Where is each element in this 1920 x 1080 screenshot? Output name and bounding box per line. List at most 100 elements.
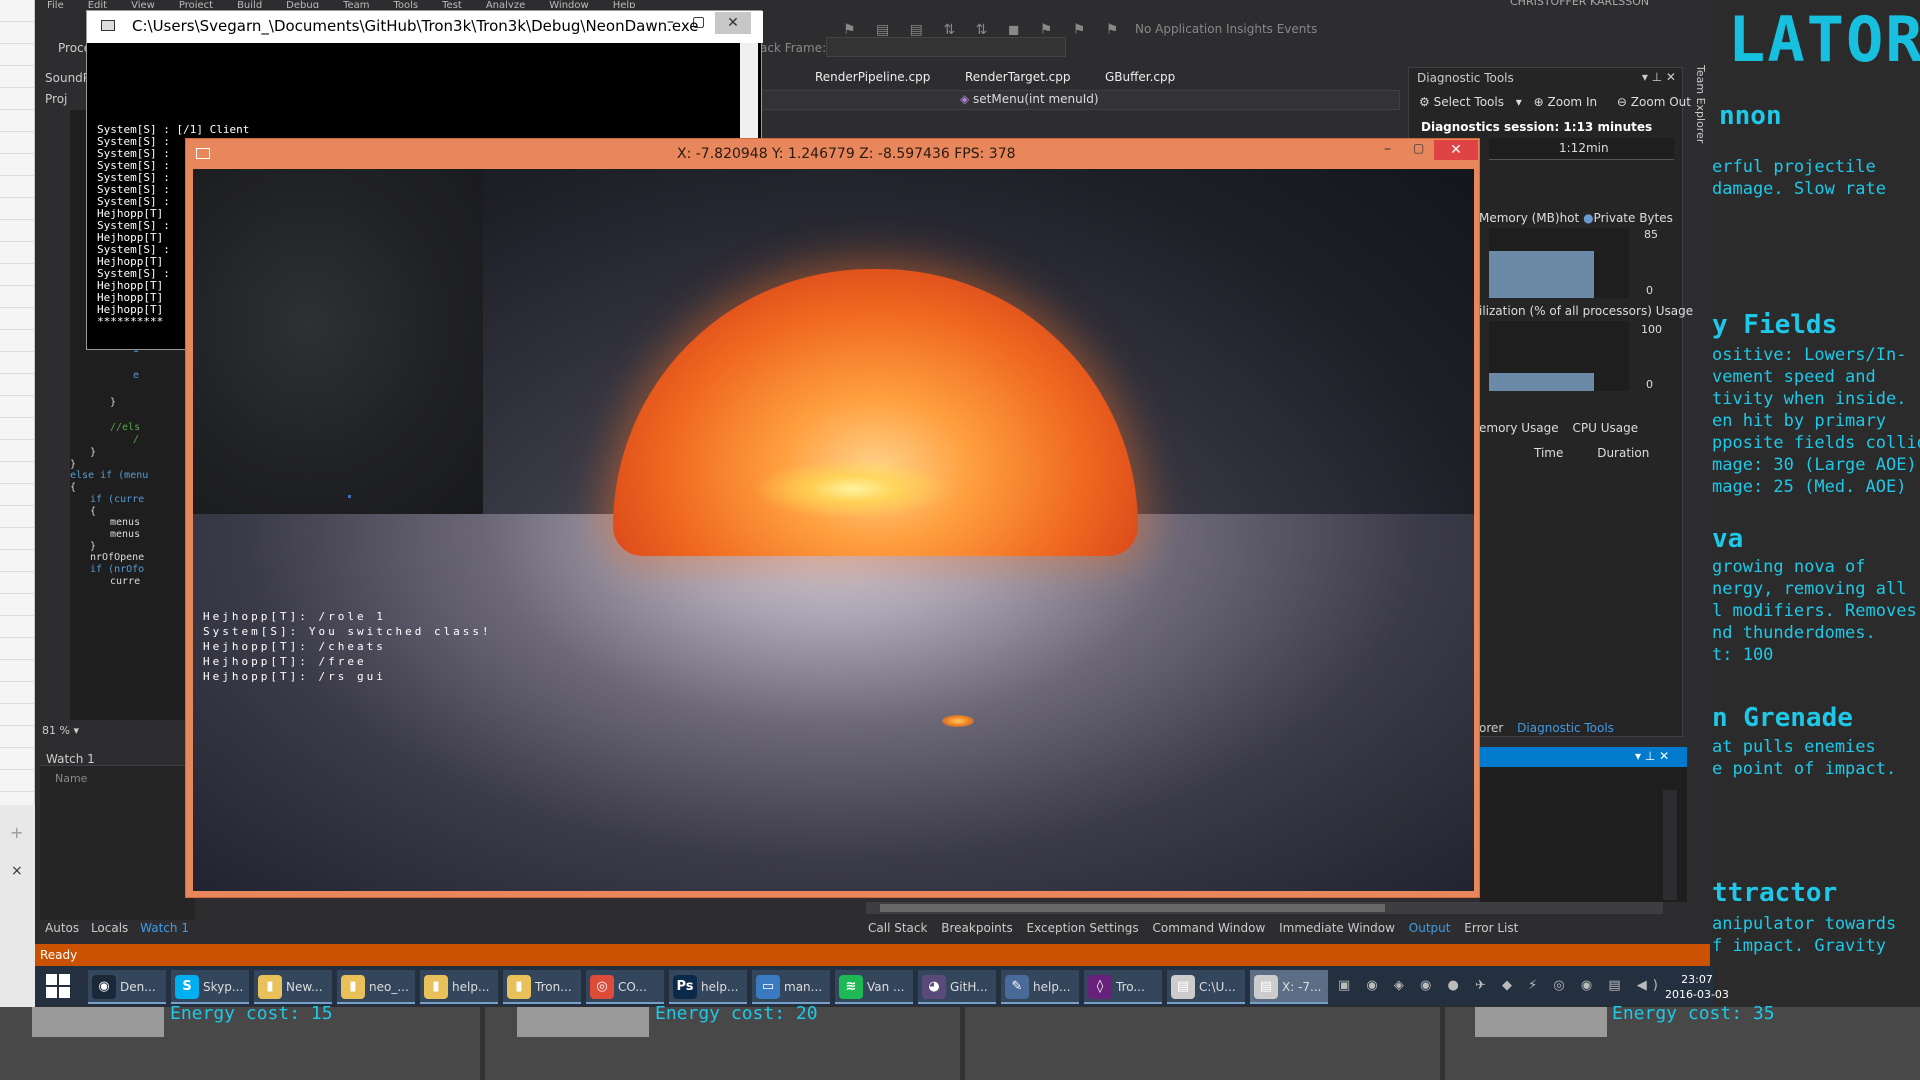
game-window[interactable]: X: -7.820948 Y: 1.246779 Z: -8.597436 FP…: [185, 138, 1480, 898]
tab-call-stack[interactable]: Call Stack: [868, 921, 927, 935]
tab-error-list[interactable]: Error List: [1464, 921, 1518, 935]
tab-exception-settings[interactable]: Exception Settings: [1027, 921, 1139, 935]
member-dropdown[interactable]: ◈ setMenu(int menuId): [960, 92, 1099, 106]
maximize-icon[interactable]: ▢: [1413, 141, 1424, 155]
code-line: }: [110, 397, 117, 408]
taskbar-button[interactable]: ◕ GitH...: [918, 970, 996, 1004]
scrollbar-thumb[interactable]: [880, 904, 1385, 912]
vertical-scrollbar[interactable]: [1663, 790, 1677, 900]
tab-output[interactable]: Output: [1409, 921, 1451, 935]
game-titlebar[interactable]: X: -7.820948 Y: 1.246779 Z: -8.597436 FP…: [186, 139, 1481, 169]
tab-immediate-window[interactable]: Immediate Window: [1279, 921, 1395, 935]
taskbar-button[interactable]: ✎ help...: [1001, 970, 1079, 1004]
panel-controls[interactable]: ▾ ⊥ ✕: [1642, 70, 1676, 84]
tab-explorer[interactable]: orer: [1479, 721, 1503, 735]
taskbar-button-label: CO...: [618, 980, 647, 994]
output-panel: [1480, 767, 1687, 902]
taskbar-button[interactable]: ▤ C:\U...: [1167, 970, 1245, 1004]
tab-autos[interactable]: Autos: [45, 921, 79, 935]
signed-in-user[interactable]: CHRISTOFFER KARLSSON: [1510, 0, 1649, 8]
taskbar-button[interactable]: ◎ CO...: [586, 970, 664, 1004]
toolbar-icons[interactable]: ⚑ ▤ ▤ ⇅ ⇅ ◼ ⚑ ⚑ ⚑: [843, 22, 1126, 38]
zoom-in-button[interactable]: ⊕ Zoom In: [1534, 95, 1605, 109]
console-scrollbar[interactable]: [740, 43, 758, 151]
taskbar-button-label: help...: [701, 980, 739, 994]
clock[interactable]: 23:07 2016-03-03: [1665, 972, 1729, 1002]
chat-line: System[S]: You switched class!: [203, 625, 492, 638]
time-marker: 1:12min: [1559, 141, 1609, 155]
ability-description: pposite fields collide.: [1712, 433, 1920, 453]
minimize-icon[interactable]: –: [1384, 141, 1391, 157]
application-insights[interactable]: No Application Insights Events: [1135, 22, 1317, 36]
taskbar-button[interactable]: ≋ Van ...: [835, 970, 913, 1004]
ability-card[interactable]: [1475, 1007, 1607, 1037]
ability-card[interactable]: [32, 1007, 164, 1037]
taskbar-button[interactable]: S Skyp...: [171, 970, 249, 1004]
zoom-level[interactable]: 81 % ▾: [42, 724, 79, 737]
taskbar-button[interactable]: ▮ neo_...: [337, 970, 415, 1004]
tab-locals[interactable]: Locals: [91, 921, 128, 935]
ability-description: growing nova of: [1712, 557, 1866, 577]
memory-min: 0: [1646, 284, 1653, 297]
tab-watch1[interactable]: Watch 1: [140, 921, 189, 935]
ability-title: y Fields: [1712, 310, 1838, 340]
solution-tab[interactable]: SoundP: [45, 71, 90, 85]
zoom-out-label: Zoom Out: [1630, 95, 1691, 109]
output-panel-controls[interactable]: ▾ ⊥ ✕: [1635, 749, 1669, 763]
energy-spark: [753, 459, 953, 519]
photoshop-icon: Ps: [673, 975, 697, 999]
ability-card[interactable]: [517, 1007, 649, 1037]
watch-title: Watch 1: [46, 752, 95, 766]
taskbar-button[interactable]: Ps help...: [669, 970, 747, 1004]
status-bar: Ready: [35, 944, 1713, 966]
tab-renderpipeline[interactable]: RenderPipeline.cpp: [815, 70, 930, 84]
col-duration[interactable]: Duration: [1597, 446, 1649, 460]
tab-cpu-usage[interactable]: CPU Usage: [1572, 421, 1638, 435]
stack-frame-dropdown[interactable]: [826, 37, 1066, 57]
taskbar-button[interactable]: ▮ help...: [420, 970, 498, 1004]
window-icon: [196, 148, 210, 159]
zoom-out-button[interactable]: ⊖ Zoom Out: [1617, 95, 1699, 109]
code-line: {: [70, 482, 77, 493]
add-icon[interactable]: +: [10, 823, 23, 842]
console-icon: [101, 20, 115, 31]
tab-command-window[interactable]: Command Window: [1152, 921, 1265, 935]
ability-description: damage. Slow rate: [1712, 179, 1886, 199]
close-button[interactable]: ✕: [1434, 140, 1478, 160]
project-tab[interactable]: Proj: [45, 92, 67, 106]
tab-memory-usage[interactable]: emory Usage: [1479, 421, 1559, 435]
team-explorer-tab[interactable]: Team Explorer: [1691, 65, 1707, 195]
memory-max: 85: [1644, 228, 1658, 241]
ability-title: ttractor: [1712, 878, 1838, 908]
ability-description: mage: 30 (Large AOE): [1712, 455, 1917, 475]
chrome-icon: ◎: [590, 975, 614, 999]
taskbar-button[interactable]: ◉ Den...: [88, 970, 166, 1004]
ability-description: nd thunderdomes.: [1712, 623, 1876, 643]
member-dropdown-label: setMenu(int menuId): [973, 92, 1099, 106]
taskbar-button[interactable]: ▮ Tron...: [503, 970, 581, 1004]
energy-cost: Energy cost: 15: [170, 1003, 333, 1024]
tab-gbuffer[interactable]: GBuffer.cpp: [1105, 70, 1175, 84]
system-tray[interactable]: ▣ ◉ ◈ ◉ ● ✈ ◆ ⚡ ◎ ◉ ▤ ◀): [1338, 978, 1664, 993]
code-line: /: [133, 434, 140, 445]
close-icon[interactable]: ×: [11, 863, 23, 879]
photo-viewer-icon: ▭: [756, 975, 780, 999]
console-titlebar[interactable]: C:\Users\Svegarn_\Documents\GitHub\Tron3…: [87, 11, 763, 43]
tab-rendertarget[interactable]: RenderTarget.cpp: [965, 70, 1071, 84]
select-tools-button[interactable]: ⚙ Select Tools ▾: [1419, 95, 1522, 109]
taskbar-button[interactable]: ▭ man...: [752, 970, 830, 1004]
tab-breakpoints[interactable]: Breakpoints: [941, 921, 1012, 935]
cpu-max: 100: [1641, 323, 1662, 336]
windows-start-icon[interactable]: [44, 972, 72, 1000]
code-line: }: [70, 459, 77, 470]
taskbar-button[interactable]: ▤ X: -7...: [1250, 970, 1328, 1004]
tab-diagnostic-tools[interactable]: Diagnostic Tools: [1517, 721, 1614, 735]
zoom-in-label: Zoom In: [1547, 95, 1598, 109]
taskbar-button[interactable]: ◊ Tro...: [1084, 970, 1162, 1004]
minimize-icon[interactable]: –: [667, 14, 692, 30]
taskbar-button[interactable]: ▮ New...: [254, 970, 332, 1004]
col-time[interactable]: Time: [1534, 446, 1563, 460]
game-viewport[interactable]: Hejhopp[T]: /role 1 System[S]: You switch…: [193, 169, 1474, 891]
close-button[interactable]: ✕: [715, 12, 751, 34]
github-icon: ◕: [922, 975, 946, 999]
